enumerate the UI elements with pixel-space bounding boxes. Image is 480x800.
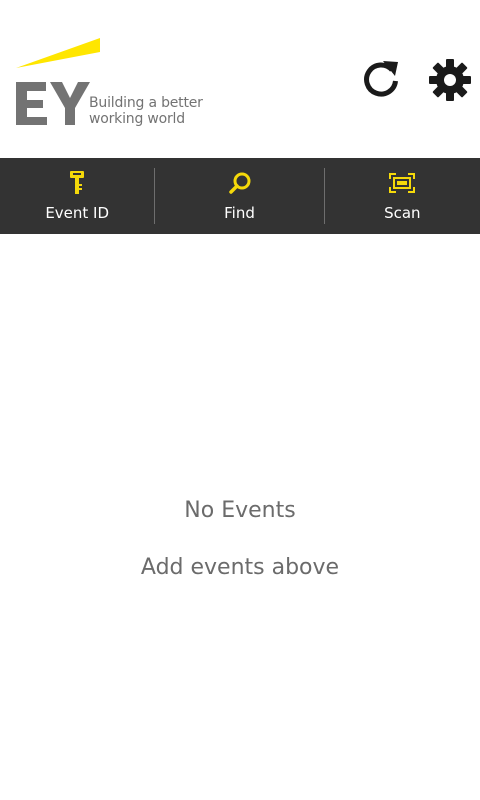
app-header: EY Building a better working world [0, 0, 480, 158]
scan-label: Scan [384, 204, 421, 222]
find-label: Find [224, 204, 255, 222]
tagline-line-1: Building a better [89, 95, 203, 111]
gear-icon [429, 59, 471, 101]
refresh-icon [364, 61, 398, 97]
refresh-button[interactable] [358, 56, 406, 104]
scan-icon [389, 170, 416, 196]
toolbar: Event ID Find Scan [0, 158, 480, 234]
settings-button[interactable] [426, 56, 474, 104]
scan-button[interactable]: Scan [325, 158, 480, 234]
event-id-button[interactable]: Event ID [0, 158, 154, 234]
tagline: Building a better working world [89, 95, 203, 127]
event-id-label: Event ID [45, 204, 110, 222]
ey-logo: EY Building a better working world [14, 38, 214, 130]
tagline-line-2: working world [89, 111, 185, 127]
empty-state-title: No Events [184, 498, 296, 523]
find-button[interactable]: Find [155, 158, 323, 234]
key-icon [69, 170, 85, 196]
empty-state-subtitle: Add events above [140, 555, 340, 580]
search-icon [228, 170, 252, 196]
logo-text: EY [14, 38, 16, 39]
